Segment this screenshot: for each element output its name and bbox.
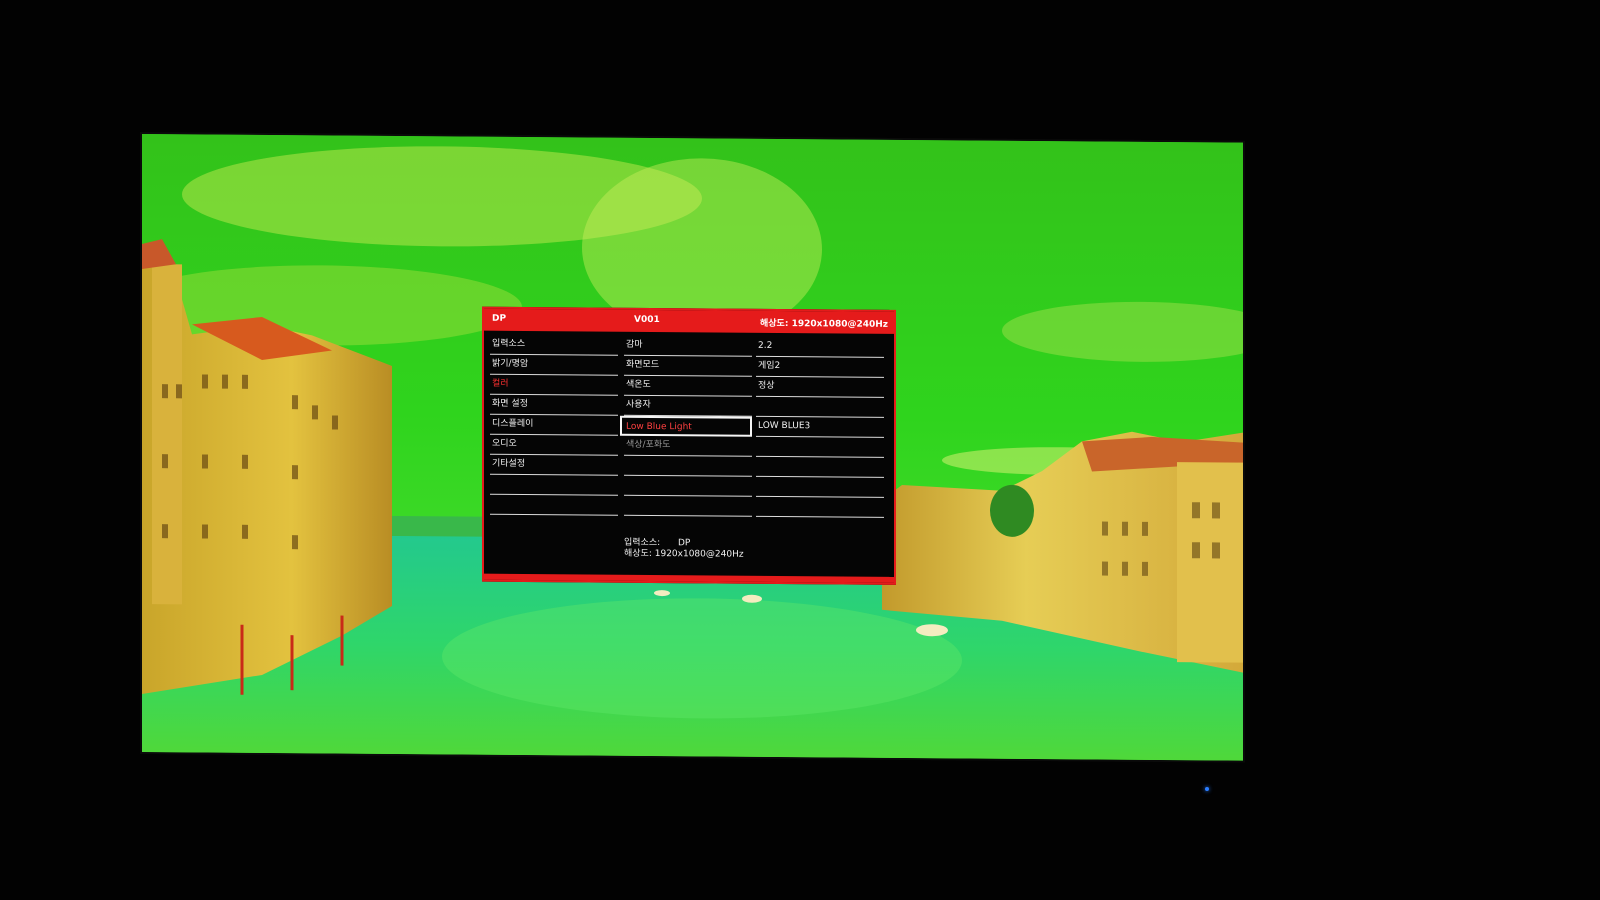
submenu-item-color-temperature[interactable]: 색온도 xyxy=(624,375,752,397)
osd-main-menu: 입력소스 밝기/명암 컬러 화면 설정 디스플레이 오디오 기타설정 xyxy=(490,334,618,516)
photo-background: DP V001 해상도: 1920x1080@240Hz 입력소스 밝기/명암 … xyxy=(0,0,1600,900)
menu-item-empty xyxy=(490,474,618,496)
power-led xyxy=(1205,787,1209,791)
info-source-label: 입력소스: xyxy=(624,537,661,549)
submenu-item-empty xyxy=(624,455,752,477)
monitor-screen: DP V001 해상도: 1920x1080@240Hz 입력소스 밝기/명암 … xyxy=(142,134,1243,761)
osd-header: DP V001 해상도: 1920x1080@240Hz xyxy=(484,308,894,334)
submenu-item-empty xyxy=(624,475,752,497)
osd-values: 2.2 게임2 정상 LOW BLUE3 xyxy=(756,336,884,518)
value-empty xyxy=(756,456,884,478)
osd-footer-bar xyxy=(484,573,894,583)
osd-menu: DP V001 해상도: 1920x1080@240Hz 입력소스 밝기/명암 … xyxy=(482,306,896,585)
submenu-item-low-blue-light[interactable]: Low Blue Light xyxy=(620,415,752,437)
submenu-item-empty xyxy=(624,495,752,517)
value-gamma: 2.2 xyxy=(756,336,884,358)
osd-header-model: V001 xyxy=(634,314,660,326)
info-source-value: DP xyxy=(678,538,691,549)
submenu-item-picture-mode[interactable]: 화면모드 xyxy=(624,355,752,377)
menu-item-brightness-contrast[interactable]: 밝기/명암 xyxy=(490,354,618,376)
info-resolution-line: 해상도: 1920x1080@240Hz xyxy=(624,549,744,561)
osd-header-source: DP xyxy=(492,313,507,324)
value-low-blue-light: LOW BLUE3 xyxy=(756,416,884,438)
value-user xyxy=(756,396,884,418)
osd-info-panel: 입력소스: DP 해상도: 1920x1080@240Hz xyxy=(624,538,744,561)
menu-item-display[interactable]: 디스플레이 xyxy=(490,414,618,436)
menu-item-empty xyxy=(490,494,618,516)
menu-item-other-settings[interactable]: 기타설정 xyxy=(490,454,618,476)
submenu-item-user[interactable]: 사용자 xyxy=(624,395,752,417)
osd-header-resolution: 해상도: 1920x1080@240Hz xyxy=(760,318,889,330)
info-source-line: 입력소스: DP xyxy=(624,538,744,550)
osd-submenu: 감마 화면모드 색온도 사용자 Low Blue Light 색상/포화도 xyxy=(620,335,752,517)
value-picture-mode: 게임2 xyxy=(756,356,884,378)
submenu-item-gamma[interactable]: 감마 xyxy=(624,335,752,357)
value-empty xyxy=(756,476,884,498)
value-color-temperature: 정상 xyxy=(756,376,884,398)
value-empty xyxy=(756,436,884,458)
info-resolution-label: 해상도: xyxy=(624,548,652,560)
menu-item-input-source[interactable]: 입력소스 xyxy=(490,334,618,356)
menu-item-screen-settings[interactable]: 화면 설정 xyxy=(490,394,618,416)
value-empty xyxy=(756,496,884,518)
submenu-item-hue-saturation[interactable]: 색상/포화도 xyxy=(624,435,752,457)
menu-item-color[interactable]: 컬러 xyxy=(490,374,618,396)
menu-item-audio[interactable]: 오디오 xyxy=(490,434,618,456)
info-resolution-value: 1920x1080@240Hz xyxy=(654,549,744,560)
